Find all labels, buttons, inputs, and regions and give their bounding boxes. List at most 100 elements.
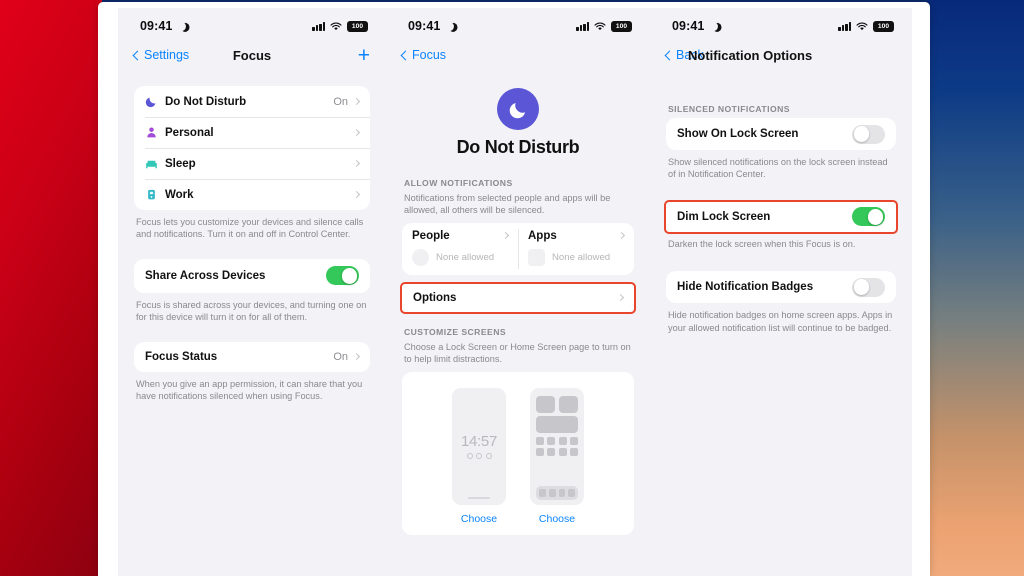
crescent-moon-icon — [177, 22, 186, 31]
focus-mode-label: Do Not Disturb — [165, 95, 247, 108]
focus-mode-row-sleep[interactable]: Sleep — [134, 148, 370, 179]
home-app-row — [536, 448, 578, 457]
person-icon — [145, 126, 165, 139]
add-focus-button[interactable]: + — [358, 45, 370, 66]
focus-status-footnote: When you give an app permission, it can … — [136, 378, 363, 402]
choose-lock-screen-button[interactable]: Choose — [452, 513, 506, 525]
status-bar-time: 09:41 — [140, 19, 173, 33]
options-row[interactable]: Options — [402, 284, 634, 312]
status-bar-time: 09:41 — [672, 19, 705, 33]
share-across-devices-label: Share Across Devices — [145, 269, 266, 282]
status-bar-left: 09:41 — [408, 19, 454, 33]
dim-lock-screen-card: Dim Lock Screen — [664, 199, 898, 234]
share-across-devices-row[interactable]: Share Across Devices — [134, 259, 370, 293]
navigation-bar-notification-options: Back Notification Options — [650, 38, 912, 72]
background-left-gradient — [0, 0, 102, 576]
status-bar-right: 100 — [312, 20, 368, 32]
status-bar: 09:41 100 — [118, 8, 386, 38]
status-bar-left: 09:41 — [672, 19, 718, 33]
people-placeholder-text: None allowed — [436, 251, 495, 263]
hide-notification-badges-card: Hide Notification Badges — [666, 271, 896, 304]
screens-container: 09:41 100 Settings Focus + Do Not Distur… — [118, 8, 912, 576]
home-screen-thumbnail — [530, 387, 584, 505]
battery-indicator: 100 — [873, 20, 894, 32]
chevron-right-icon — [352, 353, 361, 361]
home-widget-row — [536, 395, 578, 413]
share-across-devices-footnote: Focus is shared across your devices, and… — [136, 299, 367, 323]
back-button[interactable]: Back — [664, 48, 704, 62]
home-screen-preview[interactable]: Choose — [530, 387, 584, 525]
customize-screens-card: 14:57 Choose Choose — [402, 371, 634, 535]
share-across-devices-toggle[interactable] — [326, 266, 359, 286]
show-on-lock-screen-footnote: Show silenced notifications on the lock … — [668, 157, 888, 180]
status-bar-right: 100 — [838, 20, 894, 32]
background-right-gradient — [928, 0, 1024, 576]
back-button-focus[interactable]: Focus — [400, 48, 447, 62]
wifi-icon — [330, 21, 342, 30]
wifi-icon — [594, 21, 606, 30]
status-bar: 09:41 100 — [650, 8, 912, 38]
apps-label: Apps — [528, 229, 557, 242]
dim-lock-screen-label: Dim Lock Screen — [677, 210, 771, 223]
choose-home-screen-button[interactable]: Choose — [530, 513, 584, 525]
focus-mode-label: Personal — [165, 126, 214, 139]
hide-notification-badges-label: Hide Notification Badges — [677, 281, 814, 294]
home-dock — [536, 485, 578, 500]
allow-notifications-header: ALLOW NOTIFICATIONS — [404, 178, 513, 188]
chevron-left-icon — [664, 50, 675, 60]
chevron-left-icon — [132, 50, 143, 60]
back-button-settings[interactable]: Settings — [132, 48, 190, 62]
hide-notification-badges-footnote: Hide notification badges on home screen … — [668, 310, 893, 333]
cellular-signal-icon — [312, 21, 325, 31]
status-bar-right: 100 — [576, 20, 632, 32]
people-placeholder-row: None allowed — [412, 248, 508, 266]
people-header-row: People — [412, 229, 510, 242]
back-button-label: Back — [676, 48, 704, 62]
focus-mode-label: Sleep — [165, 157, 196, 170]
home-indicator-bar — [468, 496, 490, 499]
back-button-label: Settings — [144, 48, 190, 62]
focus-status-label: Focus Status — [145, 350, 218, 363]
dim-lock-screen-toggle[interactable] — [852, 207, 885, 227]
show-on-lock-screen-toggle[interactable] — [852, 124, 885, 144]
status-bar: 09:41 100 — [386, 8, 650, 38]
dim-lock-screen-footnote: Darken the lock screen when this Focus i… — [668, 238, 856, 249]
status-bar-time: 09:41 — [408, 19, 441, 33]
chevron-right-icon — [352, 97, 361, 106]
focus-status-value: On — [333, 350, 348, 363]
people-column[interactable]: People None allowed — [402, 223, 518, 275]
dim-lock-screen-row[interactable]: Dim Lock Screen — [666, 202, 896, 232]
chevron-right-icon — [352, 159, 361, 168]
apps-header-row: Apps — [528, 229, 626, 242]
silenced-notifications-header: SILENCED NOTIFICATIONS — [668, 104, 790, 114]
bed-icon — [145, 157, 165, 170]
status-bar-left: 09:41 — [140, 19, 186, 33]
focus-mode-value: On — [333, 95, 348, 108]
lock-screen-preview[interactable]: 14:57 Choose — [452, 387, 506, 525]
crescent-moon-icon — [709, 22, 718, 31]
focus-mode-row-personal[interactable]: Personal — [134, 117, 370, 148]
moon-icon — [497, 88, 539, 130]
dnd-hero: Do Not Disturb — [386, 72, 650, 158]
moon-icon — [145, 95, 165, 108]
hide-notification-badges-row[interactable]: Hide Notification Badges — [666, 271, 896, 303]
apps-column[interactable]: Apps None allowed — [518, 223, 634, 275]
show-on-lock-screen-row[interactable]: Show On Lock Screen — [666, 118, 896, 150]
allow-notifications-subtitle: Notifications from selected people and a… — [404, 193, 611, 216]
device-frame: 09:41 100 Settings Focus + Do Not Distur… — [98, 2, 930, 576]
focus-status-card: Focus Status On — [134, 341, 370, 372]
lock-screen-time: 14:57 — [460, 433, 498, 451]
customize-screens-subtitle: Choose a Lock Screen or Home Screen page… — [404, 341, 631, 365]
focus-mode-row-do-not-disturb[interactable]: Do Not Disturb On — [134, 86, 370, 117]
back-button-label: Focus — [412, 48, 447, 62]
chevron-right-icon — [617, 232, 626, 240]
focus-modes-card: Do Not Disturb On Personal Sleep Work — [134, 86, 370, 210]
people-label: People — [412, 229, 450, 242]
hide-notification-badges-toggle[interactable] — [852, 277, 885, 297]
focus-mode-row-work[interactable]: Work — [134, 179, 370, 210]
chevron-right-icon — [352, 190, 361, 199]
people-apps-split-card: People None allowed Apps None allowed — [402, 222, 634, 275]
crescent-moon-icon — [445, 22, 454, 31]
show-on-lock-screen-label: Show On Lock Screen — [677, 128, 799, 140]
focus-status-row[interactable]: Focus Status On — [134, 342, 370, 372]
